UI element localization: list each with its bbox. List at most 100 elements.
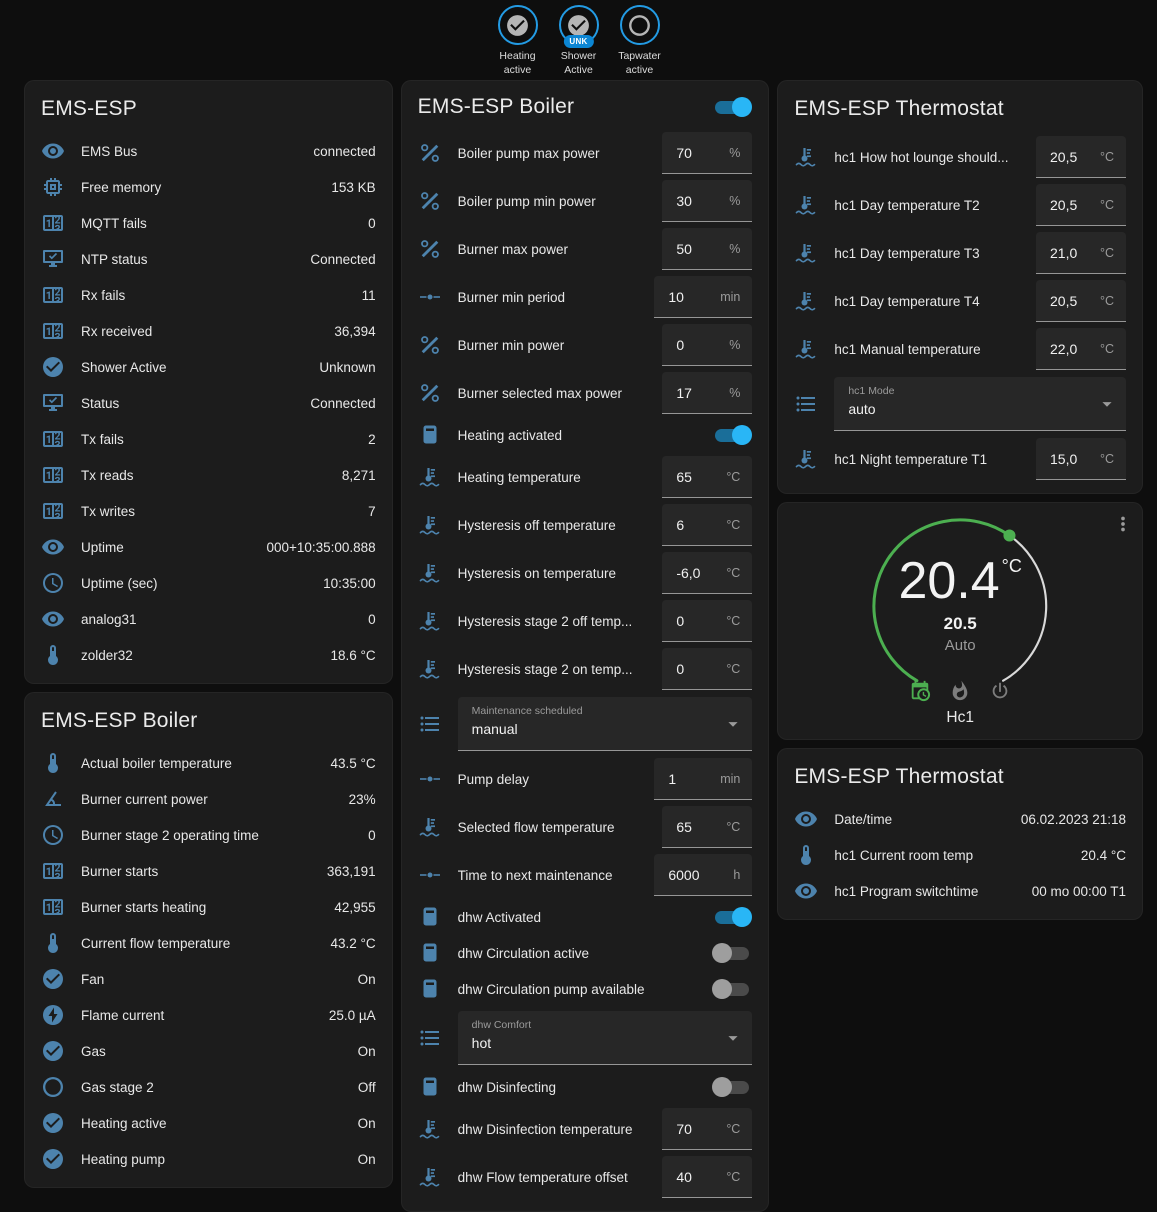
select-input[interactable]: Maintenance scheduledmanual: [458, 697, 753, 751]
number-input[interactable]: 6000h: [654, 854, 752, 896]
entity-row: Burner min period10min: [402, 273, 769, 321]
select-input[interactable]: dhw Comforthot: [458, 1011, 753, 1065]
entity-row[interactable]: Rx received36,394: [25, 313, 392, 349]
number-input[interactable]: 15,0°C: [1036, 438, 1126, 480]
number-input[interactable]: 30%: [662, 180, 752, 222]
clock-icon: [41, 571, 65, 595]
card-title: EMS-ESP Thermostat: [778, 81, 1142, 133]
select-input[interactable]: hc1 Modeauto: [834, 377, 1126, 431]
number-input[interactable]: 20,5°C: [1036, 280, 1126, 322]
entity-row[interactable]: MQTT fails0: [25, 205, 392, 241]
entity-row[interactable]: hc1 Program switchtime00 mo 00:00 T1: [778, 873, 1142, 909]
entity-row[interactable]: zolder3218.6 °C: [25, 637, 392, 673]
number-input[interactable]: 0°C: [662, 648, 752, 690]
number-input[interactable]: 1min: [654, 758, 752, 800]
entity-row[interactable]: Current flow temperature43.2 °C: [25, 925, 392, 961]
entity-row[interactable]: Date/time06.02.2023 21:18: [778, 801, 1142, 837]
entity-row[interactable]: StatusConnected: [25, 385, 392, 421]
entity-row[interactable]: Actual boiler temperature43.5 °C: [25, 745, 392, 781]
thermostat-dial[interactable]: 20.4°C 20.5 Auto: [865, 513, 1055, 689]
entity-row: Boiler pump max power70%: [402, 129, 769, 177]
number-input[interactable]: 65°C: [662, 456, 752, 498]
entity-row[interactable]: Shower ActiveUnknown: [25, 349, 392, 385]
number-input[interactable]: -6,0°C: [662, 552, 752, 594]
card-title: EMS-ESP Boiler: [25, 693, 392, 745]
number-input[interactable]: 65°C: [662, 806, 752, 848]
number-input[interactable]: 22,0°C: [1036, 328, 1126, 370]
coolant-thermometer-icon: [418, 561, 442, 585]
toggle-switch[interactable]: [712, 905, 752, 929]
toggle-switch[interactable]: [712, 977, 752, 1001]
coolant-thermometer-icon: [794, 337, 818, 361]
entity-row[interactable]: FanOn: [25, 961, 392, 997]
number-unit: %: [729, 386, 740, 400]
number-input[interactable]: 20,5°C: [1036, 184, 1126, 226]
entity-row[interactable]: Burner starts363,191: [25, 853, 392, 889]
toggle-switch[interactable]: [712, 941, 752, 965]
column-right: EMS-ESP Thermostat hc1 How hot lounge sh…: [777, 80, 1143, 920]
check-circle-icon: [505, 13, 530, 38]
entity-row[interactable]: Heating activeOn: [25, 1105, 392, 1141]
entity-state: 43.5 °C: [330, 756, 375, 771]
number-unit: °C: [1100, 150, 1114, 164]
entity-state: 2: [368, 432, 376, 447]
entity-state: On: [358, 1044, 376, 1059]
hvac-mode-label: Auto: [865, 637, 1055, 654]
badge-1[interactable]: UNKShower Active: [550, 5, 608, 72]
entity-row: Heating temperature65°C: [402, 453, 769, 501]
number-input[interactable]: 6°C: [662, 504, 752, 546]
entity-state: 42,955: [334, 900, 375, 915]
entity-row[interactable]: Free memory153 KB: [25, 169, 392, 205]
number-input[interactable]: 17%: [662, 372, 752, 414]
entity-row[interactable]: analog310: [25, 601, 392, 637]
number-input[interactable]: 0%: [662, 324, 752, 366]
coolant-thermometer-icon: [794, 447, 818, 471]
entity-row[interactable]: Uptime000+10:35:00.888: [25, 529, 392, 565]
entity-row[interactable]: GasOn: [25, 1033, 392, 1069]
dots-vertical-icon[interactable]: [1112, 513, 1134, 535]
number-input[interactable]: 21,0°C: [1036, 232, 1126, 274]
badge-2[interactable]: Tapwater active: [611, 5, 669, 72]
select-value: manual: [472, 721, 717, 737]
number-input[interactable]: 40°C: [662, 1156, 752, 1198]
entity-row: dhw Flow temperature offset40°C: [402, 1153, 769, 1201]
entity-row[interactable]: Burner stage 2 operating time0: [25, 817, 392, 853]
number-unit: °C: [726, 662, 740, 676]
entity-row[interactable]: EMS Busconnected: [25, 133, 392, 169]
number-input[interactable]: 70°C: [662, 1108, 752, 1150]
entity-row[interactable]: Heating pumpOn: [25, 1141, 392, 1177]
fire-icon[interactable]: [949, 680, 971, 702]
badge-label: Heating active: [489, 50, 547, 77]
entity-row[interactable]: Burner starts heating42,955: [25, 889, 392, 925]
number-input[interactable]: 70%: [662, 132, 752, 174]
entity-row[interactable]: hc1 Current room temp20.4 °C: [778, 837, 1142, 873]
percent-icon: [418, 381, 442, 405]
entity-name: hc1 How hot lounge should...: [834, 150, 1036, 165]
calendar-clock-icon[interactable]: [909, 680, 931, 702]
number-input[interactable]: 10min: [654, 276, 752, 318]
entity-row[interactable]: Rx fails11: [25, 277, 392, 313]
entity-row: Burner min power0%: [402, 321, 769, 369]
clock-icon: [41, 823, 65, 847]
entity-row[interactable]: Tx fails2: [25, 421, 392, 457]
number-input[interactable]: 50%: [662, 228, 752, 270]
current-temperature: 20.4°C: [865, 555, 1055, 607]
entity-row[interactable]: Tx writes7: [25, 493, 392, 529]
badge-0[interactable]: Heating active: [489, 5, 547, 72]
entity-row[interactable]: Flame current25.0 µA: [25, 997, 392, 1033]
toggle-switch[interactable]: [712, 423, 752, 447]
entity-row[interactable]: NTP statusConnected: [25, 241, 392, 277]
entity-row[interactable]: Burner current power23%: [25, 781, 392, 817]
toggle-switch[interactable]: [712, 1075, 752, 1099]
entity-state: Connected: [310, 252, 375, 267]
coolant-thermometer-icon: [418, 465, 442, 489]
header-toggle-switch[interactable]: [712, 95, 752, 119]
dashboard-columns: EMS-ESP EMS BusconnectedFree memory153 K…: [0, 72, 1157, 1212]
number-input[interactable]: 20,5°C: [1036, 136, 1126, 178]
entity-row[interactable]: Gas stage 2Off: [25, 1069, 392, 1105]
number-input[interactable]: 0°C: [662, 600, 752, 642]
number-unit: %: [729, 338, 740, 352]
entity-row[interactable]: Tx reads8,271: [25, 457, 392, 493]
power-icon[interactable]: [989, 680, 1011, 702]
entity-row[interactable]: Uptime (sec)10:35:00: [25, 565, 392, 601]
